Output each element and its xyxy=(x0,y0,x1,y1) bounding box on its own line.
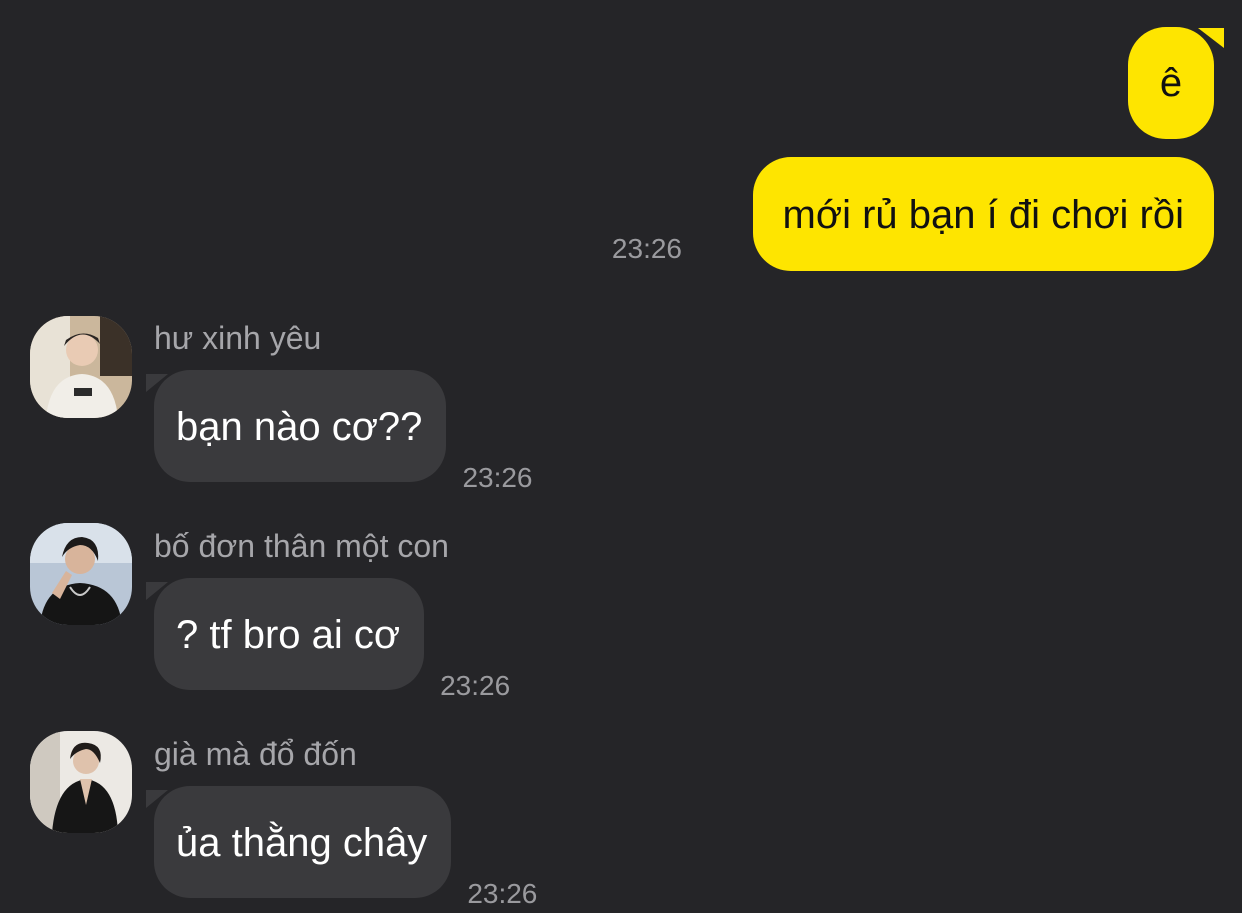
message-text: bạn nào cơ?? xyxy=(176,405,423,449)
message-text: ? tf bro ai cơ xyxy=(176,613,401,657)
avatar[interactable] xyxy=(30,731,132,833)
avatar-photo-icon xyxy=(30,316,132,418)
incoming-message-bubble[interactable]: bạn nào cơ?? xyxy=(146,370,447,482)
outgoing-message-bubble[interactable]: mới rủ bạn í đi chơi rồi xyxy=(752,157,1214,271)
incoming-message-row: ? tf bro ai cơ 23:26 xyxy=(146,578,510,700)
incoming-bubble-tail xyxy=(146,582,168,600)
avatar[interactable] xyxy=(30,316,132,418)
avatar[interactable] xyxy=(30,523,132,625)
sender-name: hư xinh yêu xyxy=(154,320,322,356)
avatar-photo-icon xyxy=(30,731,132,833)
incoming-message-bubble[interactable]: ? tf bro ai cơ xyxy=(146,578,425,690)
sender-name: bố đơn thân một con xyxy=(154,528,449,564)
sender-name: già mà đổ đốn xyxy=(154,736,357,772)
outgoing-bubble-tail xyxy=(1198,28,1224,48)
message-text: ủa thằng chây xyxy=(176,821,428,865)
incoming-message-row: ủa thằng chây 23:26 xyxy=(146,786,537,908)
message-timestamp: 23:26 xyxy=(611,233,682,264)
message-timestamp: 23:26 xyxy=(440,670,511,701)
avatar-photo-icon xyxy=(30,523,132,625)
chat-thread: ê mới rủ bạn í đi chơi rồi 23:26 hư xinh… xyxy=(0,0,1242,913)
message-timestamp: 23:26 xyxy=(467,878,538,909)
message-text: ê xyxy=(1159,61,1183,105)
incoming-bubble-tail xyxy=(146,374,168,392)
incoming-bubble-tail xyxy=(146,790,168,808)
incoming-message-row: bạn nào cơ?? 23:26 xyxy=(146,370,533,492)
message-timestamp: 23:26 xyxy=(462,462,533,493)
message-text: mới rủ bạn í đi chơi rồi xyxy=(782,193,1184,237)
incoming-message-bubble[interactable]: ủa thằng chây xyxy=(146,786,452,898)
